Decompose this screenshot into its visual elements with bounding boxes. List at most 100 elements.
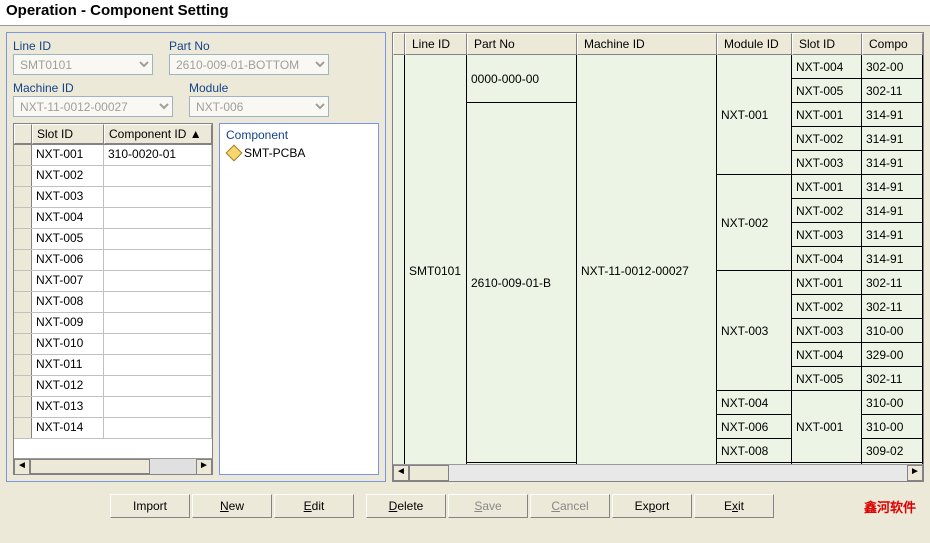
col-component-id[interactable]: Compo [862, 33, 923, 55]
cell-slot-id: NXT-001 [792, 175, 862, 199]
cell-slot-id: NXT-002 [792, 199, 862, 223]
scroll-right-icon[interactable]: ► [907, 465, 923, 481]
cell-component-id: 314-91 [862, 223, 923, 247]
table-row[interactable]: NXT-006 [14, 250, 212, 271]
cell-line-id: SMT0101 [405, 55, 467, 464]
component-icon [226, 145, 243, 162]
component-id-header[interactable]: Component ID ▲ [104, 124, 212, 144]
col-module-id[interactable]: Module ID [717, 33, 792, 55]
col-part-no[interactable]: Part No [467, 33, 577, 55]
cell-component-id: 310-00 [862, 391, 923, 415]
new-button[interactable]: New [192, 494, 272, 518]
scroll-thumb[interactable] [409, 465, 449, 481]
table-row[interactable]: NXT-004 [14, 208, 212, 229]
cell-slot-id: NXT-003 [792, 151, 862, 175]
line-id-label: Line ID [13, 39, 153, 53]
component-tree-header: Component [222, 126, 376, 144]
slot-row-selector-header [14, 124, 32, 144]
component-tree: Component SMT-PCBA [219, 123, 379, 475]
slot-table[interactable]: Slot ID Component ID ▲ NXT-001310-0020-0… [13, 123, 213, 475]
cell-component-id: 314-91 [862, 103, 923, 127]
table-row[interactable]: NXT-002 [14, 166, 212, 187]
cell-component-id: 314-91 [862, 175, 923, 199]
table-row[interactable]: NXT-001310-0020-01 [14, 145, 212, 166]
cell-module-id: NXT-003 [717, 271, 792, 391]
component-node-label: SMT-PCBA [244, 146, 305, 160]
cell-component-id: 314-91 [862, 127, 923, 151]
cell-part-no: 2610-009-01-B [467, 103, 577, 463]
cell-slot-id: NXT-003 [792, 223, 862, 247]
cell-part-no: 2610-009-01-T [467, 463, 577, 464]
scroll-left-icon[interactable]: ◄ [14, 459, 30, 475]
table-row[interactable]: NXT-014 [14, 418, 212, 439]
watermark: 鑫河软件 [864, 497, 920, 516]
export-button[interactable]: Export [612, 494, 692, 518]
table-row[interactable]: NXT-013 [14, 397, 212, 418]
table-row[interactable]: NXT-009 [14, 313, 212, 334]
slot-hscroll[interactable]: ◄ ► [14, 458, 212, 474]
cell-machine-id: NXT-11-0012-00027 [577, 55, 717, 464]
cell-slot-id: NXT-005 [792, 367, 862, 391]
save-button: Save [448, 494, 528, 518]
component-node[interactable]: SMT-PCBA [222, 144, 376, 162]
module-select[interactable]: NXT-006 [189, 96, 329, 117]
filter-panel: Line ID SMT0101 Part No 2610-009-01-BOTT… [6, 32, 386, 482]
cell-component-id: 309-02 [862, 439, 923, 463]
cell-component-id: 329-00 [862, 343, 923, 367]
cell-module-id: NXT-008 [717, 439, 792, 463]
table-row[interactable]: NXT-005 [14, 229, 212, 250]
cell-slot-id: NXT-003 [792, 319, 862, 343]
table-row[interactable]: NXT-012 [14, 376, 212, 397]
module-label: Module [189, 81, 329, 95]
scroll-right-icon[interactable]: ► [196, 459, 212, 475]
cell-slot-id: NXT-002 [792, 127, 862, 151]
scroll-thumb[interactable] [30, 459, 150, 474]
cell-module-id: NXT-001 [717, 463, 792, 464]
slot-id-header[interactable]: Slot ID [32, 124, 104, 144]
part-no-select[interactable]: 2610-009-01-BOTTOM [169, 54, 329, 75]
cell-module-id: NXT-002 [717, 175, 792, 271]
cell-component-id: 310-00 [862, 319, 923, 343]
cell-slot-id: NXT-001 [792, 103, 862, 127]
grid-corner [393, 33, 405, 55]
scroll-left-icon[interactable]: ◄ [393, 465, 409, 481]
part-no-label: Part No [169, 39, 329, 53]
cell-slot-id: NXT-004 [792, 247, 862, 271]
delete-button[interactable]: Delete [366, 494, 446, 518]
table-row[interactable]: NXT-003 [14, 187, 212, 208]
cell-slot-id: NXT-010 [792, 463, 862, 464]
import-button[interactable]: Import [110, 494, 190, 518]
cell-component-id: 302-11 [862, 271, 923, 295]
exit-button[interactable]: Exit [694, 494, 774, 518]
cell-module-id: NXT-006 [717, 415, 792, 439]
table-row[interactable]: NXT-007 [14, 271, 212, 292]
cell-slot-id: NXT-001 [792, 391, 862, 463]
machine-id-select[interactable]: NXT-11-0012-00027 [13, 96, 173, 117]
cell-slot-id: NXT-002 [792, 295, 862, 319]
cell-component-id: 314-91 [862, 247, 923, 271]
grid-hscroll[interactable]: ◄ ► [393, 464, 923, 481]
cell-component-id: 314-91 [862, 199, 923, 223]
cell-slot-id: NXT-001 [792, 271, 862, 295]
table-row[interactable]: NXT-008 [14, 292, 212, 313]
cell-component-id: 314-91 [862, 151, 923, 175]
line-id-select[interactable]: SMT0101 [13, 54, 153, 75]
cell-component-id: 302-11 [862, 79, 923, 103]
cell-module-id: NXT-004 [717, 391, 792, 415]
cell-component-id: 310-00 [862, 415, 923, 439]
col-machine-id[interactable]: Machine ID [577, 33, 717, 55]
cell-slot-id: NXT-004 [792, 343, 862, 367]
cell-slot-id: NXT-005 [792, 79, 862, 103]
cell-component-id: 314-91 [862, 463, 923, 464]
col-slot-id[interactable]: Slot ID [792, 33, 862, 55]
window-title: Operation - Component Setting [0, 0, 930, 26]
button-bar: Import New Edit Delete Save Cancel Expor… [0, 488, 930, 528]
sort-indicator: ▲ [190, 127, 202, 141]
cell-slot-id: NXT-004 [792, 55, 862, 79]
main-grid[interactable]: Line ID Part No Machine ID Module ID Slo… [392, 32, 924, 482]
edit-button[interactable]: Edit [274, 494, 354, 518]
machine-id-label: Machine ID [13, 81, 173, 95]
table-row[interactable]: NXT-010 [14, 334, 212, 355]
col-line-id[interactable]: Line ID [405, 33, 467, 55]
table-row[interactable]: NXT-011 [14, 355, 212, 376]
